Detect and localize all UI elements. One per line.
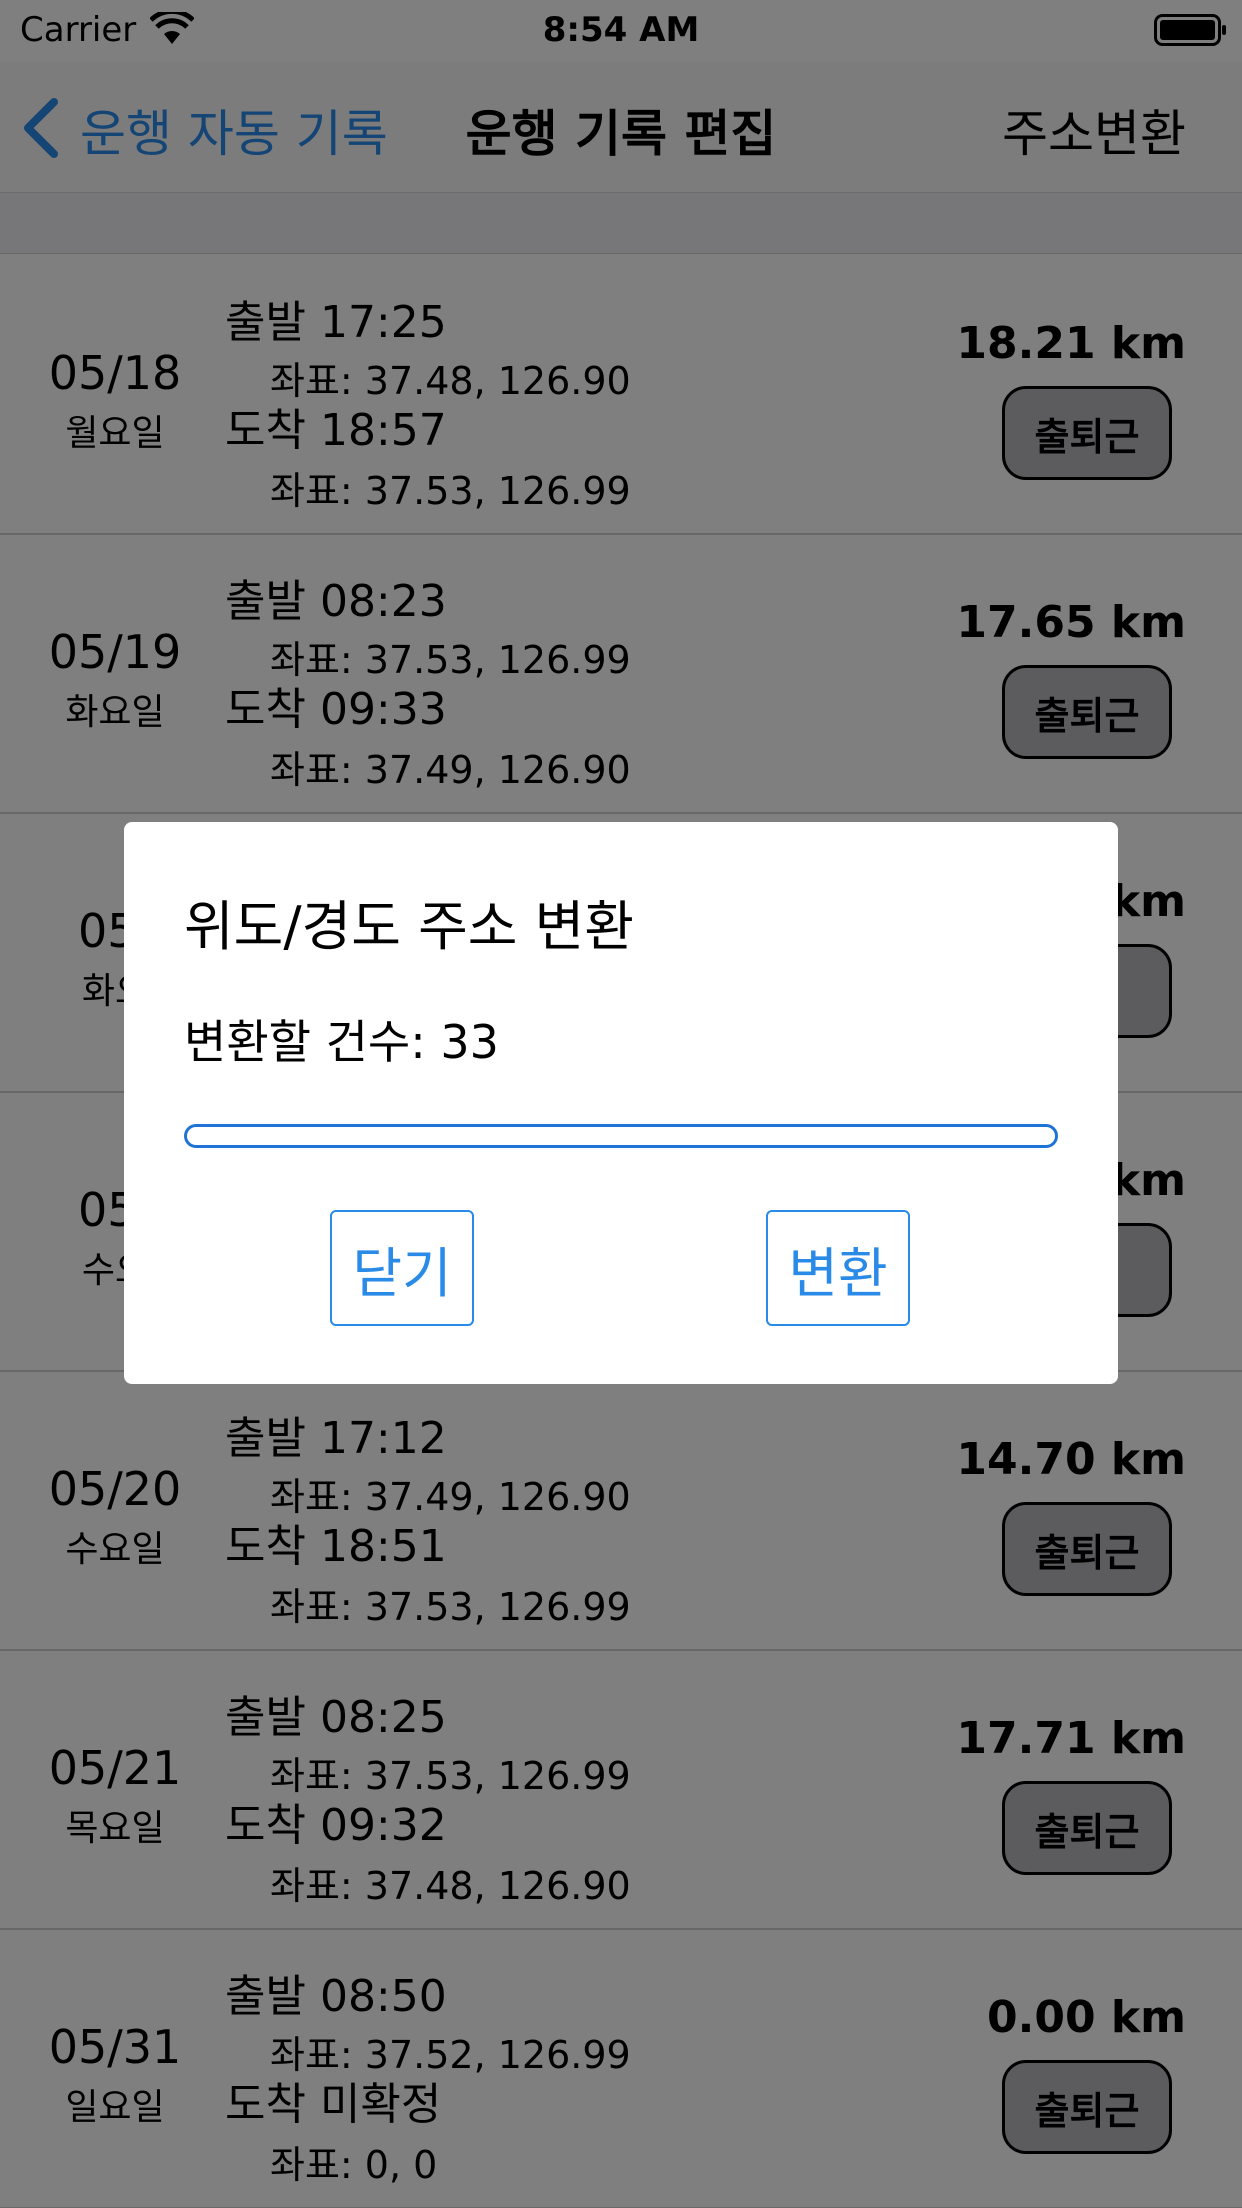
convert-count: 변환할 건수: 33 xyxy=(184,1015,499,1069)
screen: Carrier 8:54 AM 운행 자동 기록 운행 기록 편집 주소변환 0… xyxy=(0,0,1242,2208)
convert-progress-bar xyxy=(184,1124,1058,1148)
convert-button[interactable]: 변환 xyxy=(766,1210,910,1326)
close-button[interactable]: 닫기 xyxy=(330,1210,474,1326)
dialog-title: 위도/경도 주소 변환 xyxy=(184,895,634,958)
address-convert-dialog: 위도/경도 주소 변환 변환할 건수: 33 닫기 변환 xyxy=(124,822,1118,1384)
